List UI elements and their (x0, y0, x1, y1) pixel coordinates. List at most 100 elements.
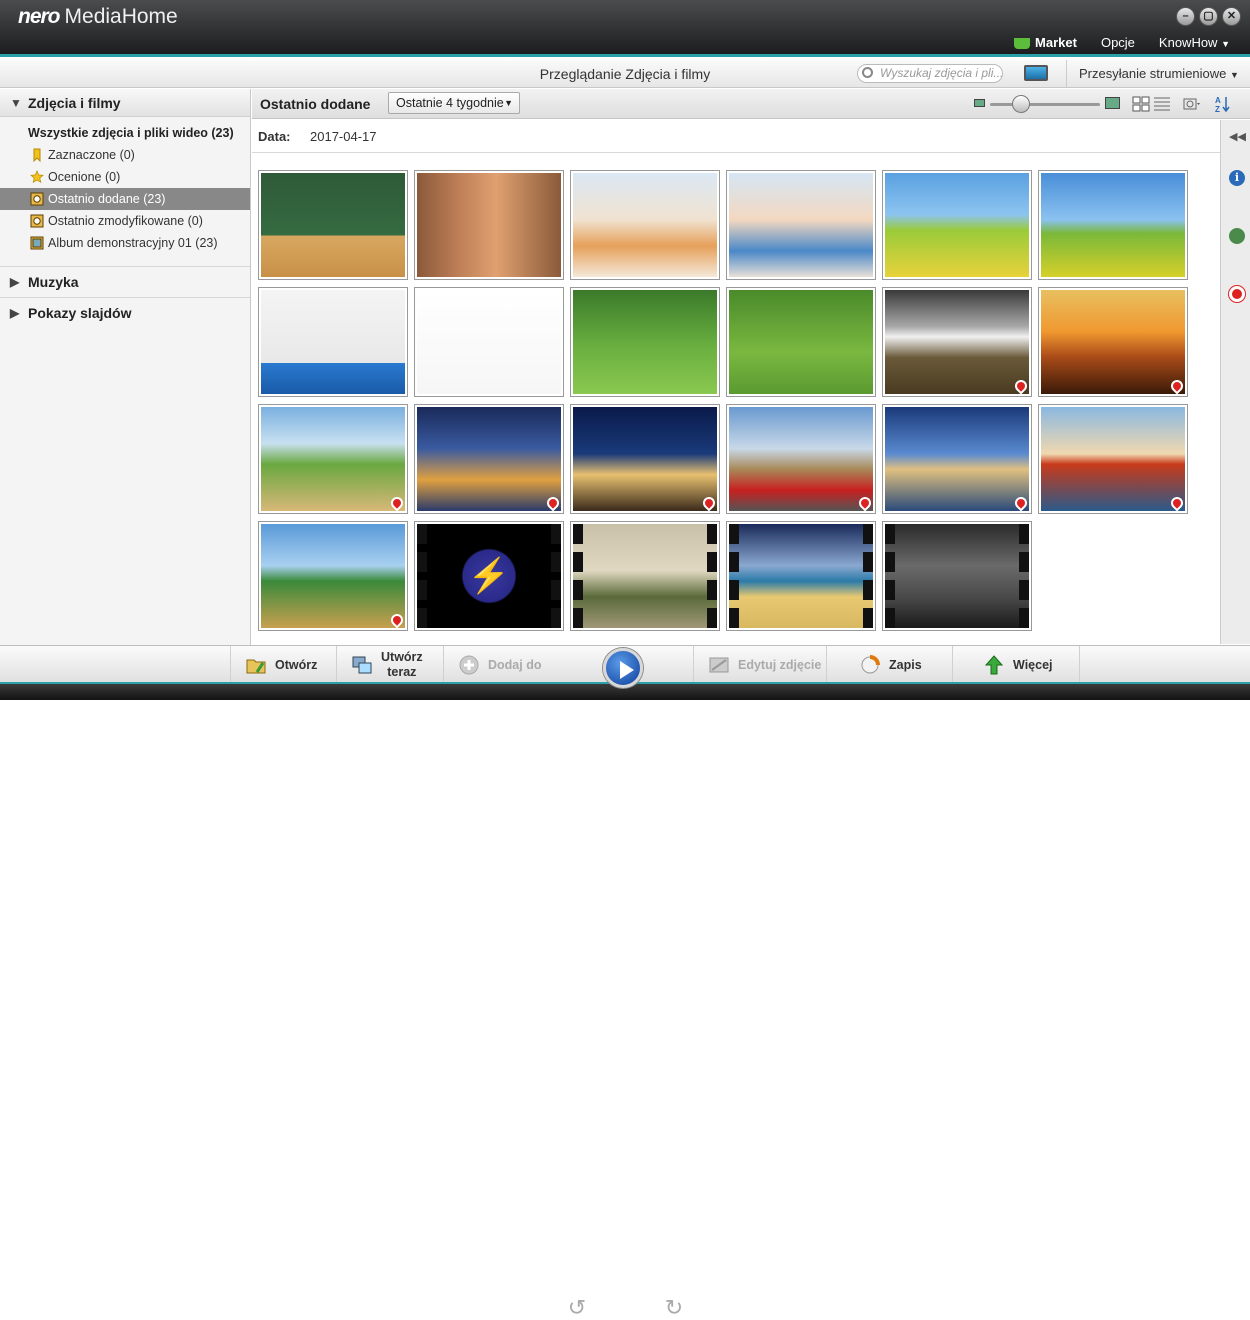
thumbnail-image (1041, 407, 1185, 511)
create-label-line2: teraz (387, 664, 417, 679)
photo-thumbnail[interactable] (258, 521, 408, 631)
lightning-icon: ⚡ (467, 557, 511, 595)
create-now-button[interactable]: Utwórz teraz (336, 646, 440, 683)
monitor-icon[interactable] (1024, 65, 1048, 81)
thumbnail-image (261, 290, 405, 394)
market-link[interactable]: Market (1014, 35, 1077, 50)
small-image-icon (974, 99, 985, 107)
photo-thumbnail[interactable] (570, 287, 720, 397)
sidebar-item-all[interactable]: Wszystkie zdjęcia i pliki wideo (23) (0, 122, 250, 144)
sidebar-item-tagged[interactable]: Zaznaczone (0) (0, 144, 250, 166)
album-icon (30, 236, 44, 250)
thumbnail-image (417, 290, 561, 394)
video-thumbnail[interactable] (882, 521, 1032, 631)
photo-thumbnail[interactable] (258, 170, 408, 280)
streaming-menu[interactable]: Przesyłanie strumieniowe ▼ (1066, 60, 1239, 88)
maximize-button[interactable]: ▢ (1199, 7, 1218, 26)
sidebar-item-rated[interactable]: Ocenione (0) (0, 166, 250, 188)
open-button[interactable]: Otwórz (230, 646, 330, 683)
video-thumbnail[interactable] (726, 521, 876, 631)
photo-thumbnail[interactable] (726, 404, 876, 514)
add-to-button[interactable]: Dodaj do (443, 646, 549, 683)
photo-thumbnail[interactable] (570, 404, 720, 514)
sidebar-item-label: Ostatnio zmodyfikowane (0) (48, 214, 203, 228)
thumbnail-image (729, 173, 873, 277)
svg-text:A: A (1215, 96, 1221, 105)
large-image-icon (1105, 97, 1120, 109)
options-menu[interactable]: Opcje (1101, 35, 1135, 50)
edit-photo-icon (709, 657, 729, 672)
people-icon[interactable] (1229, 228, 1245, 244)
add-icon (459, 655, 479, 674)
list-view-icon[interactable] (1153, 95, 1171, 113)
photo-thumbnail[interactable] (414, 170, 564, 280)
thumbnail-image (1041, 290, 1185, 394)
section-music[interactable]: ▶ Muzyka (0, 266, 250, 297)
content-toolbar: Ostatnio dodane Ostatnie 4 tygodnie ▼ AZ (252, 89, 1250, 119)
info-icon[interactable]: i (1229, 170, 1245, 186)
rotate-left-icon[interactable]: ↺ (565, 1296, 589, 1320)
thumbnail-image (729, 524, 873, 628)
slider-knob[interactable] (1012, 95, 1030, 113)
create-label-line1: Utwórz (381, 649, 423, 664)
thumbnail-image (885, 173, 1029, 277)
thumbnail-image (573, 524, 717, 628)
range-value: Ostatnie 4 tygodnie (396, 96, 504, 110)
range-dropdown[interactable]: Ostatnie 4 tygodnie ▼ (388, 92, 520, 114)
section-label: Zdjęcia i filmy (28, 95, 121, 111)
grid-view-icon[interactable] (1132, 95, 1150, 113)
photo-thumbnail[interactable] (1038, 287, 1188, 397)
knowhow-label: KnowHow (1158, 35, 1218, 50)
photo-thumbnail[interactable] (258, 287, 408, 397)
star-icon (30, 170, 44, 184)
thumbnail-image (573, 290, 717, 394)
sort-icon[interactable]: AZ (1214, 95, 1232, 113)
photo-thumbnail[interactable] (1038, 170, 1188, 280)
play-button[interactable] (603, 648, 643, 688)
thumbnail-image (729, 290, 873, 394)
create-now-label: Utwórz teraz (381, 650, 423, 680)
sidebar-item-recent-modified[interactable]: Ostatnio zmodyfikowane (0) (0, 210, 250, 232)
photo-thumbnail[interactable] (258, 404, 408, 514)
thumbnail-image (261, 407, 405, 511)
section-slideshows[interactable]: ▶ Pokazy slajdów (0, 297, 250, 328)
save-button[interactable]: Zapis (826, 646, 950, 683)
thumbnail-image (1041, 173, 1185, 277)
sidebar-item-recent-added[interactable]: Ostatnio dodane (23) (0, 188, 250, 210)
filter-icon[interactable] (1182, 95, 1200, 113)
knowhow-menu[interactable]: KnowHow ▼ (1159, 35, 1230, 50)
market-label: Market (1035, 35, 1077, 50)
minimize-button[interactable]: – (1176, 7, 1195, 26)
photo-thumbnail[interactable] (570, 170, 720, 280)
rotate-right-icon[interactable]: ↻ (662, 1296, 686, 1320)
tag-icon (33, 148, 41, 162)
section-photos-videos[interactable]: ▼ Zdjęcia i filmy (0, 89, 250, 117)
more-label: Więcej (1013, 657, 1053, 672)
close-button[interactable]: ✕ (1222, 7, 1241, 26)
photo-thumbnail[interactable] (726, 287, 876, 397)
zoom-slider[interactable] (974, 95, 1120, 113)
photo-thumbnail[interactable] (726, 170, 876, 280)
more-button[interactable]: Więcej (952, 646, 1080, 683)
video-thumbnail[interactable]: ⚡ (414, 521, 564, 631)
slider-track (990, 103, 1100, 106)
collapse-panel-icon[interactable]: ◀◀ (1229, 130, 1246, 143)
photo-thumbnail[interactable] (882, 404, 1032, 514)
photo-thumbnail[interactable] (882, 287, 1032, 397)
photo-thumbnail[interactable] (414, 287, 564, 397)
photo-thumbnail[interactable] (1038, 404, 1188, 514)
location-pin-icon[interactable] (1229, 286, 1245, 302)
sidebar: ▼ Zdjęcia i filmy Wszystkie zdjęcia i pli… (0, 89, 251, 645)
photo-thumbnail[interactable] (882, 170, 1032, 280)
photo-thumbnail[interactable] (414, 404, 564, 514)
chevron-down-icon: ▼ (1221, 39, 1230, 49)
save-icon (861, 654, 880, 673)
search-input[interactable]: Wyszukaj zdjęcia i pli... (857, 64, 1003, 83)
sidebar-item-label: Album demonstracyjny 01 (23) (48, 236, 218, 250)
save-label: Zapis (889, 657, 922, 672)
section-label: Muzyka (28, 274, 79, 290)
basket-icon (1014, 38, 1031, 49)
sidebar-item-album[interactable]: Album demonstracyjny 01 (23) (0, 232, 250, 254)
video-thumbnail[interactable] (570, 521, 720, 631)
edit-photo-button[interactable]: Edytuj zdjęcie (693, 646, 823, 683)
